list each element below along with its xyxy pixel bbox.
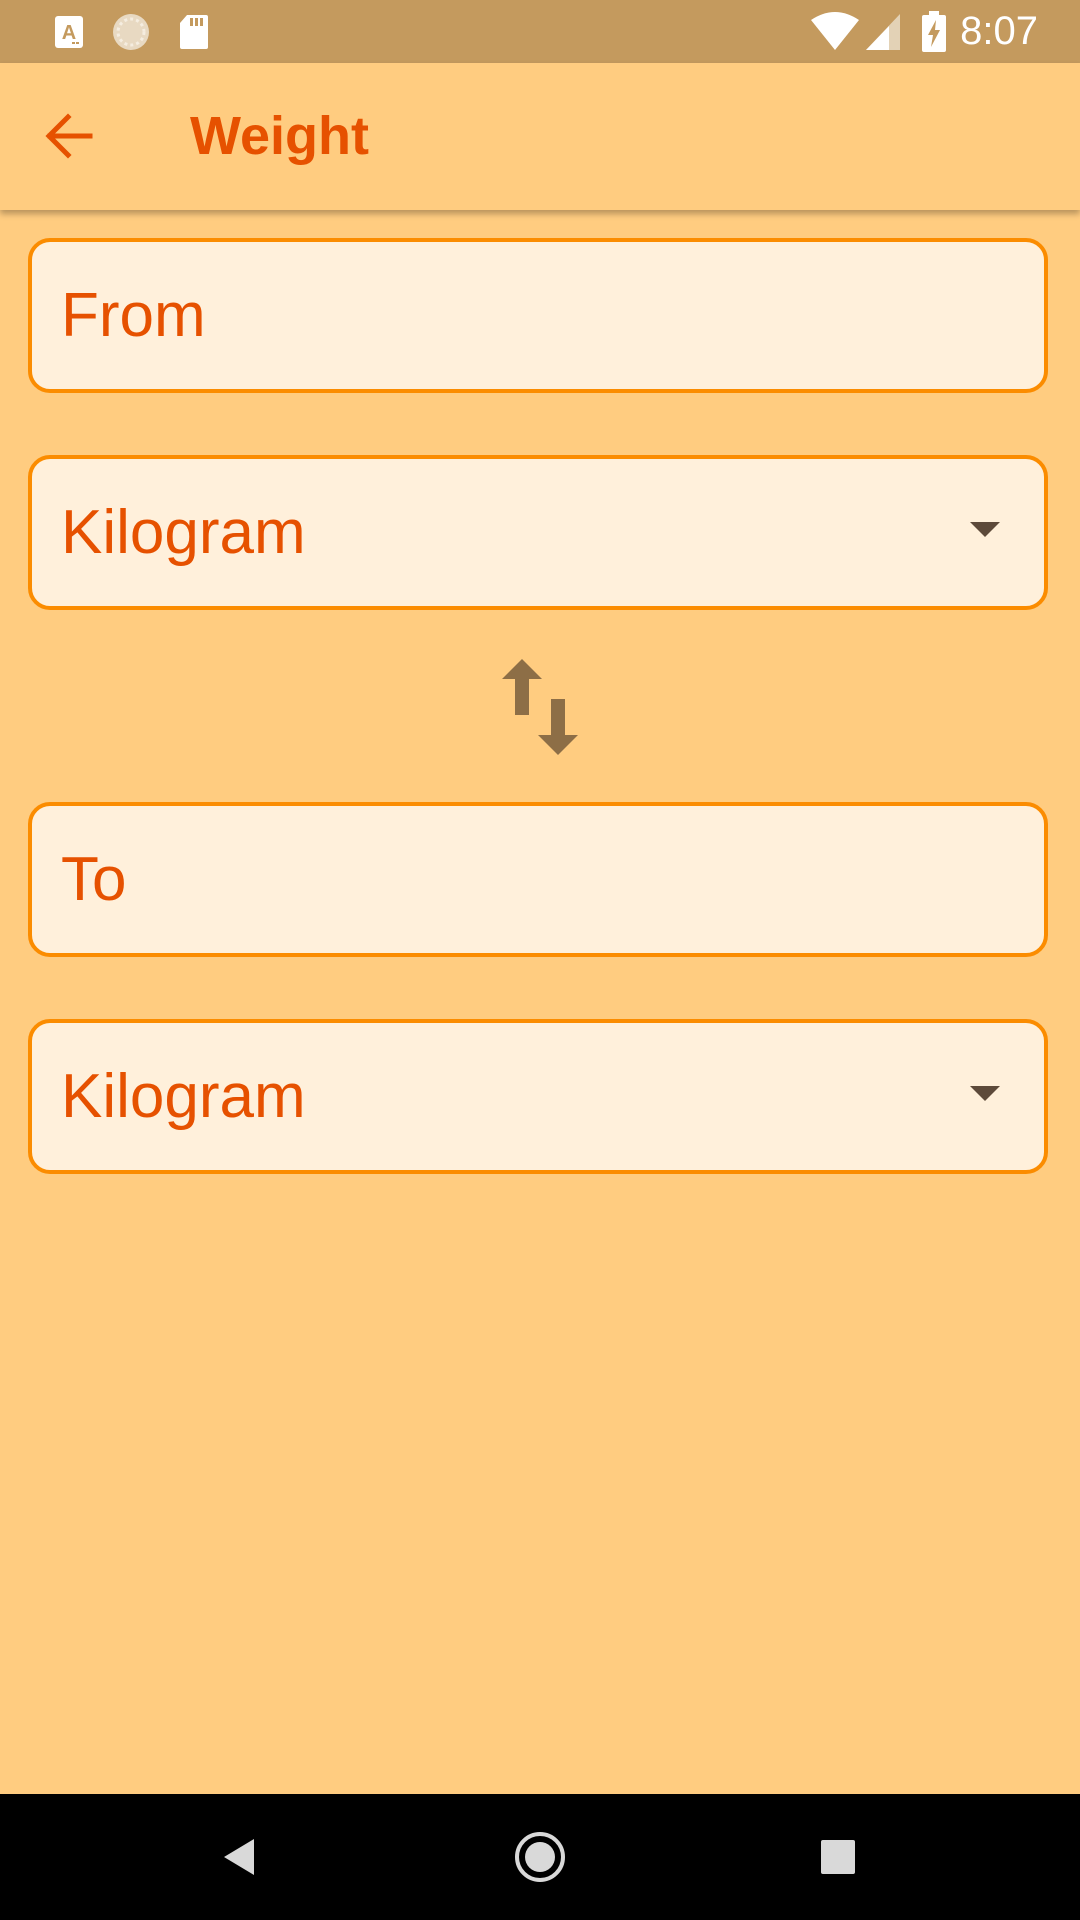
back-button[interactable]: [33, 100, 105, 172]
signal-icon: [864, 0, 902, 63]
status-time: 8:07: [960, 9, 1038, 53]
from-field[interactable]: [28, 238, 1048, 393]
chevron-down-icon: [970, 1086, 1000, 1101]
battery-charging-icon: [920, 0, 948, 63]
chevron-down-icon: [970, 522, 1000, 537]
nav-back-button[interactable]: [180, 1794, 300, 1920]
wifi-icon: [810, 0, 860, 63]
from-value-input[interactable]: [61, 242, 1001, 389]
from-unit-value: Kilogram: [61, 498, 306, 567]
page-title: Weight: [190, 106, 369, 166]
nav-back-icon: [224, 1839, 254, 1875]
svg-text:A: A: [62, 22, 76, 44]
status-bar: A 8:07: [0, 0, 1080, 63]
nav-recents-icon: [821, 1840, 855, 1874]
to-field[interactable]: [28, 802, 1048, 957]
to-unit-dropdown[interactable]: Kilogram: [28, 1019, 1048, 1174]
swap-vertical-icon: [502, 659, 578, 755]
nav-home-button[interactable]: [480, 1794, 600, 1920]
nav-home-icon: [515, 1832, 565, 1882]
arrow-left-icon: [45, 113, 93, 159]
swap-units-button[interactable]: [490, 652, 590, 762]
text-a-notification-icon: A: [52, 0, 86, 63]
to-unit-value: Kilogram: [61, 1062, 306, 1131]
from-unit-dropdown[interactable]: Kilogram: [28, 455, 1048, 610]
sd-card-icon: [178, 0, 210, 63]
sync-circle-icon: [110, 0, 152, 63]
nav-recents-button[interactable]: [778, 1794, 898, 1920]
to-value-input[interactable]: [61, 806, 1001, 953]
app-bar: Weight: [0, 63, 1080, 210]
system-nav-bar: [0, 1794, 1080, 1920]
